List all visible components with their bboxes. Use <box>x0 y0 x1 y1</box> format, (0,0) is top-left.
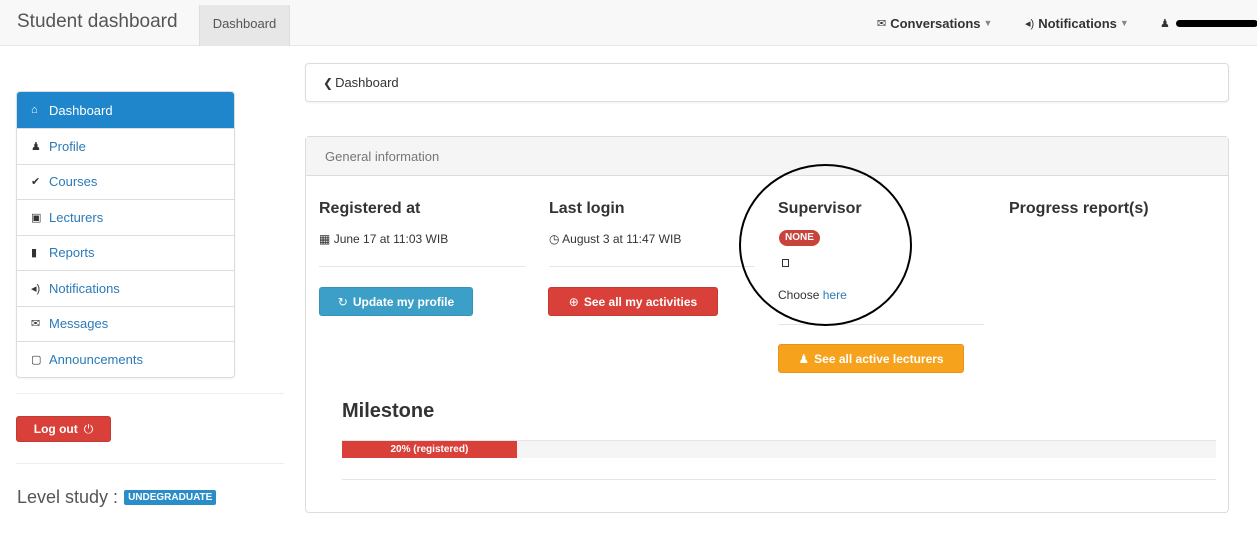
zoom-icon: ⊕ <box>568 294 579 309</box>
see-lecturers-button[interactable]: ♟ See all active lecturers <box>778 344 964 373</box>
progress-reports-title: Progress report(s) <box>1009 200 1149 217</box>
choose-text: Choose <box>778 288 820 302</box>
sidebar-item-label: Profile <box>49 138 86 154</box>
tab-dashboard[interactable]: Dashboard <box>199 5 290 46</box>
notifications-label: Notifications <box>1038 15 1117 31</box>
see-activities-button[interactable]: ⊕ See all my activities <box>548 287 718 316</box>
sidebar-item-reports[interactable]: ▮ Reports <box>17 234 234 271</box>
envelope-icon: ✉ <box>877 17 887 30</box>
user-icon: ♟ <box>798 351 810 366</box>
sidebar-item-profile[interactable]: ♟ Profile <box>17 128 234 164</box>
last-login-title: Last login <box>549 200 625 217</box>
breadcrumb: ❮ Dashboard <box>305 63 1229 102</box>
divider <box>342 479 1216 480</box>
sidebar-item-courses[interactable]: ✔ Courses <box>17 163 234 200</box>
home-icon: ⌂ <box>31 104 38 116</box>
notifications-menu[interactable]: ◂) Notifications ▼ <box>1025 0 1129 46</box>
book-icon: ▮ <box>31 247 38 260</box>
milestone-progress-fill: 20% (registered) <box>342 441 517 458</box>
registered-value-row: ▦ June 17 at 11:03 WIB <box>319 232 448 246</box>
see-lecturers-label: See all active lecturers <box>814 351 944 366</box>
user-menu[interactable]: ♟ <box>1160 0 1257 46</box>
milestone-title: Milestone <box>342 400 435 422</box>
sidebar-item-label: Notifications <box>49 280 120 296</box>
sidebar-divider <box>16 463 284 464</box>
envelope-icon: ✉ <box>31 318 41 331</box>
power-icon: ⏻ <box>83 421 94 436</box>
sidebar-item-label: Courses <box>49 174 98 190</box>
check-circle-icon: ✔ <box>31 176 41 189</box>
sidebar-divider <box>16 393 284 394</box>
clock-icon: ◷ <box>549 232 560 246</box>
briefcase-icon: ▣ <box>31 211 42 224</box>
level-study: Level study : UNDEGRADUATE <box>17 487 217 508</box>
refresh-icon: ↻ <box>337 294 348 309</box>
level-study-badge: UNDEGRADUATE <box>124 490 217 505</box>
logout-button[interactable]: Log out ⏻ <box>16 416 111 442</box>
update-profile-label: Update my profile <box>352 294 455 309</box>
supervisor-status-badge: NONE <box>779 230 820 246</box>
sidebar-item-label: Reports <box>49 245 95 261</box>
choose-supervisor: Choose here <box>778 288 847 302</box>
logout-label: Log out <box>33 422 78 436</box>
inbox-icon: ▢ <box>31 353 42 366</box>
level-study-label: Level study : <box>17 487 119 507</box>
volume-icon: ◂) <box>1025 17 1035 30</box>
user-icon: ♟ <box>1160 17 1170 30</box>
sidebar-item-label: Lecturers <box>49 209 104 225</box>
sidebar-item-label: Announcements <box>49 351 143 367</box>
update-profile-button[interactable]: ↻ Update my profile <box>319 287 473 316</box>
registered-title: Registered at <box>319 200 421 217</box>
sidebar-nav: ⌂ Dashboard ♟ Profile ✔ Courses ▣ Lectur… <box>16 91 235 378</box>
chevron-down-icon: ▼ <box>1119 18 1129 28</box>
sidebar-item-notifications[interactable]: ◂) Notifications <box>17 270 234 306</box>
sidebar-item-label: Dashboard <box>49 102 113 118</box>
see-activities-label: See all my activities <box>583 294 698 309</box>
chevron-left-icon: ❮ <box>323 75 334 90</box>
divider <box>549 266 755 267</box>
sidebar-item-messages[interactable]: ✉ Messages <box>17 305 234 342</box>
supervisor-title: Supervisor <box>778 200 862 217</box>
app-brand[interactable]: Student dashboard <box>17 11 178 33</box>
chevron-down-icon: ▼ <box>983 18 993 28</box>
milestone-progress-bar: 20% (registered) <box>342 440 1216 458</box>
panel-heading: General information <box>306 137 1228 176</box>
user-icon: ♟ <box>31 140 41 153</box>
sidebar-item-lecturers[interactable]: ▣ Lecturers <box>17 199 234 235</box>
sidebar-item-announcements[interactable]: ▢ Announcements <box>17 341 234 377</box>
volume-icon: ◂) <box>31 282 41 295</box>
divider <box>319 266 525 267</box>
conversations-label: Conversations <box>890 15 981 31</box>
divider <box>778 324 984 325</box>
placeholder-box-icon <box>782 259 789 267</box>
registered-value: June 17 at 11:03 WIB <box>333 232 449 246</box>
general-information-panel: General information Registered at ▦ June… <box>305 136 1229 513</box>
breadcrumb-dashboard-link[interactable]: Dashboard <box>335 75 399 90</box>
sidebar-item-label: Messages <box>49 316 109 332</box>
calendar-icon: ▦ <box>319 232 331 246</box>
top-navbar: Student dashboard Dashboard ✉ Conversati… <box>0 0 1257 46</box>
sidebar-item-dashboard[interactable]: ⌂ Dashboard <box>17 92 234 128</box>
choose-here-link[interactable]: here <box>823 288 847 302</box>
redacted-username <box>1175 19 1257 27</box>
last-login-value-row: ◷ August 3 at 11:47 WIB <box>549 232 681 246</box>
conversations-menu[interactable]: ✉ Conversations ▼ <box>877 0 992 46</box>
last-login-value: August 3 at 11:47 WIB <box>562 232 682 246</box>
